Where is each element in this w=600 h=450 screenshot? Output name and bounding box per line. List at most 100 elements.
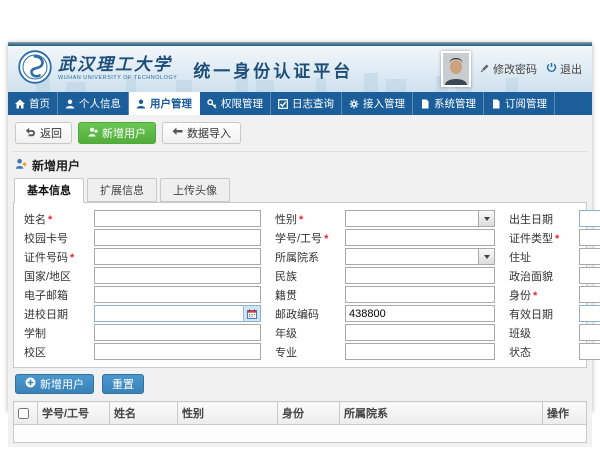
document-icon: [491, 99, 501, 109]
nav-item-user-management[interactable]: 用户管理: [129, 92, 200, 115]
schooling-length-input[interactable]: [94, 324, 261, 341]
field-label: 籍贯: [275, 287, 345, 303]
department-select[interactable]: [345, 248, 495, 265]
enroll-date-input[interactable]: [95, 307, 243, 320]
pencil-icon: [480, 63, 490, 76]
postal-code-input[interactable]: [345, 305, 495, 322]
person-icon: [65, 99, 75, 109]
required-marker: *: [324, 233, 328, 245]
user-plus-icon: [88, 127, 98, 140]
tab-upload-avatar[interactable]: 上传头像: [160, 178, 230, 202]
id-type-input[interactable]: [579, 229, 600, 246]
col-actions: 操作: [543, 402, 587, 425]
table-empty-row: [14, 425, 587, 443]
field-label: 姓名*: [24, 211, 94, 227]
nav-item-system[interactable]: 系统管理: [413, 92, 484, 115]
chevron-down-icon: [478, 211, 494, 226]
avatar: [441, 51, 471, 87]
field-label: 进校日期: [24, 306, 94, 322]
country-region-input[interactable]: [94, 267, 261, 284]
required-marker: *: [48, 214, 52, 226]
campus-card-input[interactable]: [94, 229, 261, 246]
log-check-icon: [278, 99, 288, 109]
user-plus-icon: [15, 158, 27, 173]
nav-item-permissions[interactable]: 权限管理: [200, 92, 271, 115]
field-label: 有效日期: [509, 306, 579, 322]
left-arrow-icon: [172, 127, 183, 139]
field-label: 出生日期: [509, 211, 579, 227]
col-student-id: 学号/工号: [38, 402, 110, 425]
field-label: 班级: [509, 325, 579, 341]
platform-title: 统一身份认证平台: [193, 57, 353, 82]
campus-input[interactable]: [94, 343, 261, 360]
email-input[interactable]: [94, 286, 261, 303]
identity-input[interactable]: [579, 286, 600, 303]
select-all-checkbox[interactable]: [18, 408, 29, 419]
calendar-icon[interactable]: [243, 306, 260, 321]
nav-item-logs[interactable]: 日志查询: [271, 92, 342, 115]
col-identity: 身份: [278, 402, 340, 425]
nav-item-access[interactable]: 接入管理: [342, 92, 413, 115]
form-actions: 新增用户 重置: [13, 374, 587, 394]
field-label: 校区: [24, 344, 94, 360]
field-label: 政治面貌: [509, 268, 579, 284]
table-header-row: 学号/工号 姓名 性别 身份 所属院系 操作: [14, 402, 587, 425]
gear-icon: [349, 99, 359, 109]
header: 武汉理工大学 WUHAN UNIVERSITY OF TECHNOLOGY 统一…: [8, 46, 592, 92]
toolbar: 返回 新增用户 数据导入: [13, 119, 587, 152]
col-gender: 性别: [178, 402, 278, 425]
field-label: 电子邮箱: [24, 287, 94, 303]
gender-select[interactable]: [345, 210, 495, 227]
main-nav: 首页 个人信息 用户管理 权限管理 日志查询 接入管理 系统管理 订阅管理: [8, 92, 592, 115]
field-label: 证件类型*: [509, 230, 579, 246]
field-label: 国家/地区: [24, 268, 94, 284]
change-password-link[interactable]: 修改密码: [480, 61, 537, 77]
field-label: 身份*: [509, 287, 579, 303]
tab-basic-info[interactable]: 基本信息: [14, 178, 84, 203]
nav-item-profile[interactable]: 个人信息: [58, 92, 129, 115]
grade-input[interactable]: [345, 324, 495, 341]
nav-item-subscriptions[interactable]: 订阅管理: [484, 92, 555, 115]
nav-item-home[interactable]: 首页: [8, 92, 58, 115]
user-form: 姓名* 性别* 出生日期 校园卡号 学号/工号* 证件类型* 证件号码* 所属院…: [24, 210, 576, 360]
key-icon: [207, 99, 217, 109]
field-label: 年级: [275, 325, 345, 341]
back-button[interactable]: 返回: [15, 122, 72, 144]
data-import-button[interactable]: 数据导入: [162, 122, 241, 144]
student-id-input[interactable]: [345, 229, 495, 246]
user-table: 学号/工号 姓名 性别 身份 所属院系 操作: [13, 401, 587, 443]
section-title: 新增用户: [13, 152, 587, 178]
field-label: 所属院系: [275, 249, 345, 265]
class-input[interactable]: [579, 324, 600, 341]
app-window: 武汉理工大学 WUHAN UNIVERSITY OF TECHNOLOGY 统一…: [8, 42, 592, 411]
reset-button[interactable]: 重置: [102, 374, 144, 394]
university-logo-icon: [18, 50, 52, 89]
form-tabs: 基本信息 扩展信息 上传头像: [13, 178, 587, 202]
name-input[interactable]: [94, 210, 261, 227]
status-input[interactable]: [579, 343, 600, 360]
field-label: 校园卡号: [24, 230, 94, 246]
required-marker: *: [299, 214, 303, 226]
tab-extended-info[interactable]: 扩展信息: [87, 178, 157, 202]
user-icon: [136, 99, 146, 109]
select-all-cell: [14, 402, 38, 425]
major-input[interactable]: [345, 343, 495, 360]
native-place-input[interactable]: [345, 286, 495, 303]
add-user-toolbar-button[interactable]: 新增用户: [78, 122, 156, 144]
back-arrow-icon: [25, 127, 36, 140]
power-icon: [546, 62, 557, 76]
valid-date-input[interactable]: [580, 307, 600, 320]
logout-link[interactable]: 退出: [546, 61, 582, 77]
required-marker: *: [555, 233, 559, 245]
required-marker: *: [70, 252, 74, 264]
ethnicity-input[interactable]: [345, 267, 495, 284]
political-status-input[interactable]: [579, 267, 600, 284]
document-icon: [420, 99, 430, 109]
submit-add-user-button[interactable]: 新增用户: [15, 374, 94, 394]
field-label: 状态: [509, 344, 579, 360]
field-label: 邮政编码: [275, 306, 345, 322]
address-input[interactable]: [579, 248, 600, 265]
id-number-input[interactable]: [94, 248, 261, 265]
field-label: 证件号码*: [24, 249, 94, 265]
birth-date-input[interactable]: [580, 212, 600, 225]
